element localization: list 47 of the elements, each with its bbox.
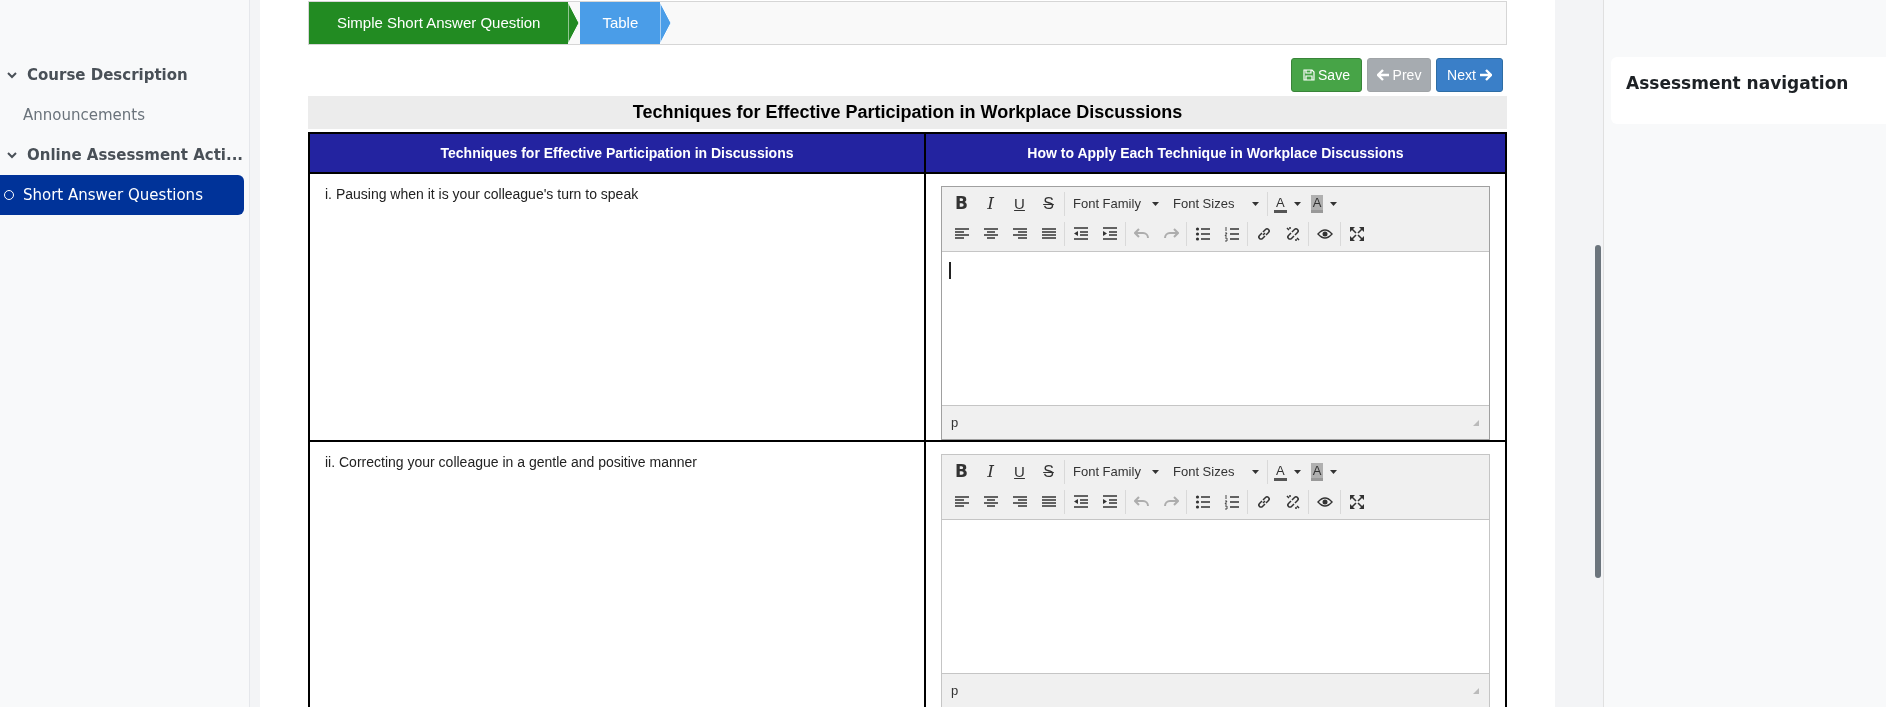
scrollbar[interactable] xyxy=(1595,245,1601,578)
section-title[interactable]: Online Assessment Acti... xyxy=(27,143,244,167)
text-cursor xyxy=(949,262,951,279)
table-cell: i. Pausing when it is your colleague's turn to speak xyxy=(309,173,925,441)
resize-handle-icon[interactable] xyxy=(1472,418,1480,427)
element-path: p xyxy=(951,681,959,700)
caret-icon xyxy=(1152,470,1159,474)
section-title[interactable]: Course Description xyxy=(27,63,188,87)
resize-handle-icon[interactable] xyxy=(1472,686,1480,695)
highlight-color-button[interactable]: A xyxy=(1307,460,1341,484)
caret-icon xyxy=(1293,470,1301,474)
arrow-left-icon xyxy=(1376,69,1390,81)
element-path: p xyxy=(951,413,959,432)
strike-button[interactable]: S xyxy=(1036,460,1061,484)
text-color-button[interactable]: A xyxy=(1271,192,1304,216)
table-title: Techniques for Effective Participation in Workplace Discussions xyxy=(308,96,1507,129)
underline-button[interactable]: U xyxy=(1007,460,1032,484)
chevron-icon[interactable] xyxy=(6,149,18,161)
column-header: Techniques for Effective Participation in Discussions xyxy=(309,133,925,173)
highlight-color-button[interactable]: A xyxy=(1307,192,1341,216)
dropdown[interactable]: Font Family xyxy=(1068,192,1164,216)
arrow-right-icon xyxy=(1478,69,1492,81)
chevron-icon[interactable] xyxy=(6,69,18,81)
caret-icon xyxy=(1252,470,1259,474)
caret-icon xyxy=(1252,202,1259,206)
sidebar-item[interactable]: Short Answer Questions xyxy=(0,175,244,215)
underline-button[interactable]: U xyxy=(1007,192,1032,216)
dropdown[interactable]: Font Family xyxy=(1068,460,1164,484)
text-color-button[interactable]: A xyxy=(1271,460,1304,484)
caret-icon xyxy=(1330,202,1338,206)
sidebar-item[interactable]: Announcements xyxy=(0,95,244,135)
italic-button[interactable]: I xyxy=(978,192,1003,216)
strike-button[interactable]: S xyxy=(1036,192,1061,216)
next-button[interactable]: Next xyxy=(1436,58,1503,92)
floppy-icon xyxy=(1303,69,1316,81)
column-header: How to Apply Each Technique in Workplace Discussions xyxy=(925,133,1506,173)
panel-title: Assessment navigation xyxy=(1626,73,1849,93)
caret-icon xyxy=(1293,202,1301,206)
table-cell: ii. Correcting your colleague in a gentle and positive manner xyxy=(309,441,925,707)
bold-button[interactable]: B xyxy=(949,460,974,484)
caret-icon xyxy=(1152,202,1159,206)
italic-button[interactable]: I xyxy=(978,460,1003,484)
bold-button[interactable]: B xyxy=(949,192,974,216)
dropdown[interactable]: Font Sizes xyxy=(1168,460,1264,484)
rich-text-editor[interactable]: B I U S Font Family Font Sizes A A p xyxy=(941,454,1490,707)
caret-icon xyxy=(1330,470,1338,474)
dropdown[interactable]: Font Sizes xyxy=(1168,192,1264,216)
